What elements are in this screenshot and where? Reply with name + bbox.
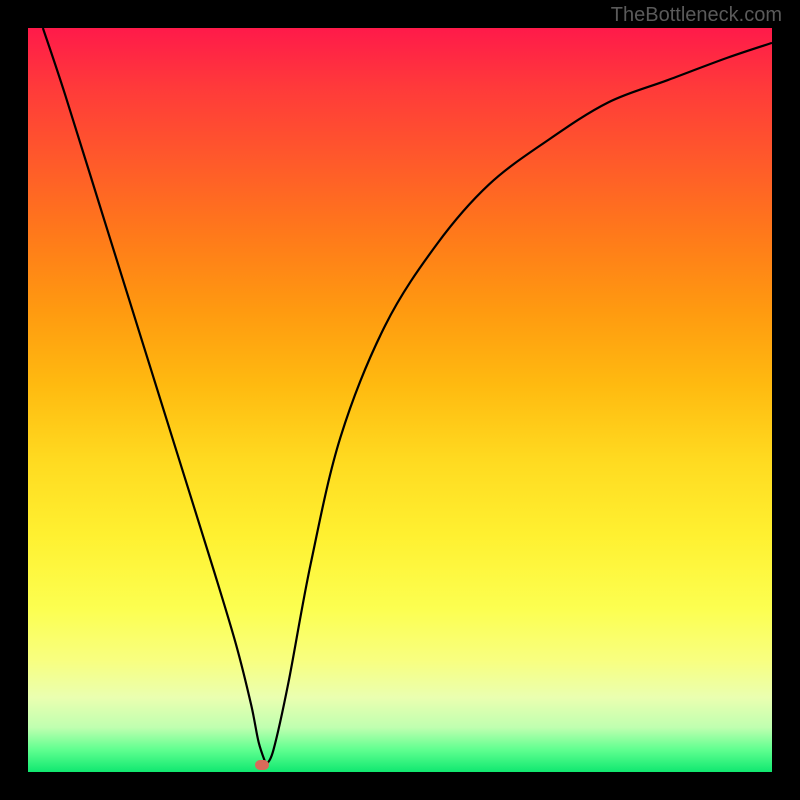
watermark-text: TheBottleneck.com <box>611 4 782 27</box>
bottleneck-curve <box>28 28 772 772</box>
chart-plot-area <box>28 28 772 772</box>
optimum-marker <box>255 760 269 770</box>
